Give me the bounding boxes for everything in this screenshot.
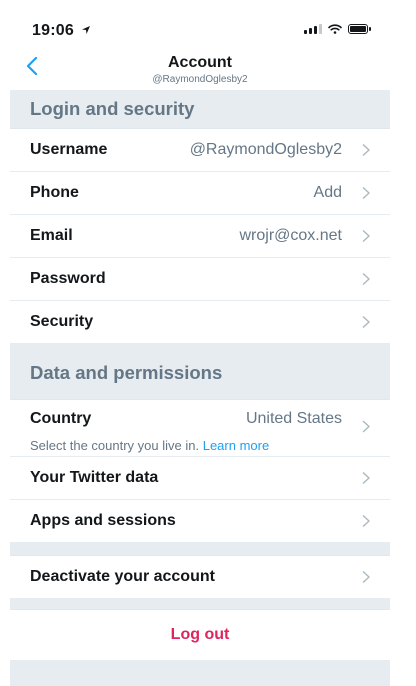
page-subtitle: @RaymondOglesby2 bbox=[152, 74, 248, 85]
row-twitter-data[interactable]: Your Twitter data bbox=[10, 457, 390, 500]
chevron-right-icon bbox=[362, 514, 370, 528]
section-spacer bbox=[10, 599, 390, 610]
row-label: Security bbox=[30, 313, 94, 330]
bottom-spacer bbox=[10, 660, 390, 686]
row-label: Apps and sessions bbox=[30, 512, 176, 529]
row-label: Your Twitter data bbox=[30, 469, 159, 486]
row-email[interactable]: Email wrojr@cox.net bbox=[10, 215, 390, 258]
row-security[interactable]: Security bbox=[10, 301, 390, 344]
chevron-right-icon bbox=[362, 272, 370, 286]
battery-icon bbox=[348, 24, 371, 34]
status-time-text: 19:06 bbox=[32, 22, 74, 39]
chevron-right-icon bbox=[362, 420, 370, 433]
chevron-right-icon bbox=[362, 229, 370, 243]
status-bar: 19:06 bbox=[10, 0, 390, 46]
row-label: Username bbox=[30, 141, 108, 158]
row-username[interactable]: Username @RaymondOglesby2 bbox=[10, 129, 390, 172]
page-title: Account bbox=[168, 54, 232, 71]
learn-more-link[interactable]: Learn more bbox=[203, 438, 269, 453]
chevron-right-icon bbox=[362, 471, 370, 485]
location-arrow-icon bbox=[81, 26, 90, 34]
row-value: Add bbox=[313, 184, 342, 201]
chevron-right-icon bbox=[362, 143, 370, 157]
section-header-data: Data and permissions bbox=[10, 344, 390, 400]
section-header-login: Login and security bbox=[10, 90, 390, 129]
row-deactivate[interactable]: Deactivate your account bbox=[10, 556, 390, 599]
wifi-icon bbox=[328, 24, 342, 34]
row-phone[interactable]: Phone Add bbox=[10, 172, 390, 215]
status-icons bbox=[304, 24, 371, 34]
row-value: United States bbox=[245, 410, 342, 427]
row-label: Email bbox=[30, 227, 73, 244]
row-label: Deactivate your account bbox=[30, 568, 215, 585]
chevron-right-icon bbox=[362, 315, 370, 329]
row-label: Country bbox=[30, 410, 92, 427]
section-spacer bbox=[10, 543, 390, 556]
nav-header: Account @RaymondOglesby2 bbox=[10, 46, 390, 90]
logout-label: Log out bbox=[170, 626, 230, 643]
row-apps-sessions[interactable]: Apps and sessions bbox=[10, 500, 390, 543]
row-value: wrojr@cox.net bbox=[239, 227, 343, 244]
row-label: Phone bbox=[30, 184, 79, 201]
status-time: 19:06 bbox=[32, 22, 91, 40]
row-password[interactable]: Password bbox=[10, 258, 390, 301]
country-helper: Select the country you live in. Learn mo… bbox=[30, 438, 269, 453]
row-country[interactable]: Country United States Select the country… bbox=[10, 400, 390, 457]
logout-button[interactable]: Log out bbox=[10, 610, 390, 660]
signal-icon bbox=[304, 24, 322, 34]
account-screen: 19:06 Account @RaymondOglesby2 Login and… bbox=[10, 0, 390, 686]
row-label: Password bbox=[30, 270, 106, 287]
chevron-right-icon bbox=[362, 570, 370, 584]
chevron-right-icon bbox=[362, 186, 370, 200]
country-helper-text: Select the country you live in. bbox=[30, 438, 200, 453]
row-value: @RaymondOglesby2 bbox=[189, 141, 342, 158]
